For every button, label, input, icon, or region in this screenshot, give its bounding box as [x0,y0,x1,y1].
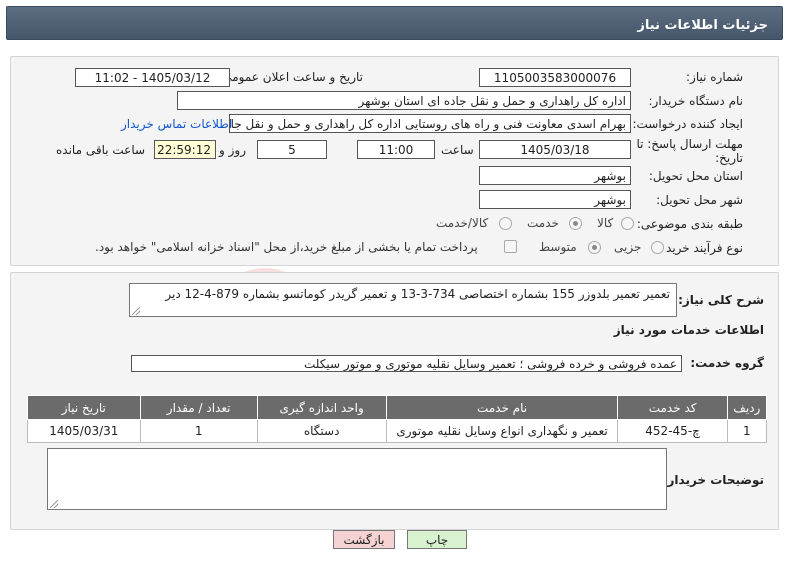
cell-name: تعمیر و نگهداری انواع وسایل نقلیه موتوری [385,419,619,443]
services-section-title: اطلاعات خدمات مورد نیاز [613,323,764,337]
description-textarea[interactable]: تعمیر تعمیر بلدوزر 155 بشماره اختصاصی 73… [129,283,677,317]
creator-field: بهرام اسدی معاونت فنی و راه های روستایی … [229,114,631,133]
province-field: بوشهر [479,166,631,185]
col-date: تاریخ نیاز [27,395,141,420]
process-radio-medium[interactable] [588,241,601,254]
category-label: طبقه بندی موضوعی: [636,217,743,231]
category-option-goods-service: کالا/خدمت [436,216,489,230]
need-number-field: 1105003583000076 [479,68,631,87]
services-panel: شرح کلی نیاز: تعمیر تعمیر بلدوزر 155 بشم… [10,272,779,530]
need-number-label: شماره نیاز: [686,70,743,84]
page-title: جزئیات اطلاعات نیاز [637,18,768,33]
deadline-time-label: ساعت [441,143,474,157]
remaining-time-field: 22:59:12 [154,140,216,159]
col-row: ردیف [726,395,768,420]
print-button[interactable]: چاپ [407,530,467,549]
deadline-time-field: 11:00 [357,140,435,159]
deadline-date-field: 1405/03/18 [479,140,631,159]
table-header-row: ردیف کد خدمت نام خدمت واحد اندازه گیری ت… [27,395,768,420]
cell-code: چ-45-452 [617,419,728,443]
need-info-panel: شماره نیاز: 1105003583000076 تاریخ و ساع… [10,56,779,266]
col-unit: واحد اندازه گیری [256,395,387,420]
remaining-days-field: 5 [257,140,327,159]
category-radio-goods[interactable] [621,217,634,230]
table-row: 1 چ-45-452 تعمیر و نگهداری انواع وسایل ن… [27,419,768,443]
page-header: جزئیات اطلاعات نیاز [6,6,783,40]
creator-label: ایجاد کننده درخواست: [632,117,743,131]
buyer-contact-link[interactable]: اطلاعات تماس خریدار [121,117,232,131]
service-group-field: عمده فروشی و خرده فروشی ؛ تعمیر وسایل نق… [131,355,682,372]
treasury-payment-note: پرداخت تمام یا بخشی از مبلغ خرید،از محل … [95,240,478,254]
process-option-minor: جزیی [614,240,642,254]
city-field: بوشهر [479,190,631,209]
category-option-goods: کالا [597,216,614,230]
service-group-label: گروه خدمت: [690,356,764,370]
resize-handle-icon[interactable] [132,307,140,315]
resize-handle-icon[interactable] [50,500,58,508]
services-table: ردیف کد خدمت نام خدمت واحد اندازه گیری ت… [27,395,768,443]
cell-date: 1405/03/31 [27,419,141,443]
announce-date-field: 1405/03/12 - 11:02 [75,68,230,87]
buyer-notes-label: توضیحات خریدار: [662,473,764,487]
description-text: تعمیر تعمیر بلدوزر 155 بشماره اختصاصی 73… [165,287,670,301]
deadline-label: مهلت ارسال پاسخ: تا تاریخ: [636,137,743,165]
buyer-notes-textarea[interactable] [47,448,667,510]
treasury-payment-checkbox[interactable] [504,240,517,253]
process-option-medium: متوسط [539,240,577,254]
col-code: کد خدمت [617,395,728,420]
category-radio-service[interactable] [569,217,582,230]
category-radio-goods-service[interactable] [499,217,512,230]
cell-unit: دستگاه [256,419,387,443]
buyer-org-label: نام دستگاه خریدار: [648,94,744,108]
buyer-org-field: اداره کل راهداری و حمل و نقل جاده ای است… [177,91,631,110]
col-name: نام خدمت [385,395,619,420]
process-label: نوع فرآیند خرید : [658,241,743,255]
process-radio-minor[interactable] [651,241,664,254]
back-button[interactable]: بازگشت [333,530,395,549]
cell-qty: 1 [139,419,258,443]
description-label: شرح کلی نیاز: [678,293,764,307]
remaining-time-label: ساعت باقی مانده [56,143,146,157]
col-qty: تعداد / مقدار [139,395,258,420]
announce-date-label: تاریخ و ساعت اعلان عمومی: [218,70,363,84]
cell-row: 1 [726,419,768,443]
province-label: استان محل تحویل: [648,169,743,183]
category-option-service: خدمت [527,216,559,230]
remaining-days-label: روز و [219,143,246,157]
city-label: شهر محل تحویل: [656,193,743,207]
